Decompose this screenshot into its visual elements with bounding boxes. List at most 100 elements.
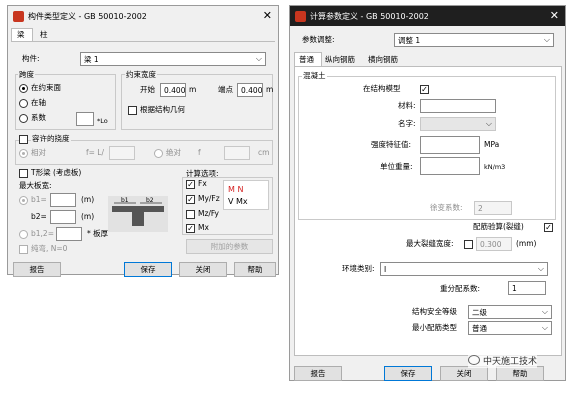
env-label: 环境类别:	[342, 264, 375, 273]
b2-unit: (m)	[81, 212, 95, 221]
right-title-bar: 计算参数定义 - GB 50010-2002 ✕	[290, 6, 565, 26]
tbeam-checkbox[interactable]	[19, 169, 28, 178]
check-icon: ✓	[187, 195, 194, 204]
tab-transverse[interactable]: 横向钢筋	[366, 53, 408, 65]
creep-input[interactable]: 2	[474, 201, 512, 215]
span-coef-input[interactable]	[76, 112, 94, 126]
param-adjust-select[interactable]: 调整 1 ⌵	[394, 33, 554, 47]
calc-mx-checkbox[interactable]: ✓	[186, 224, 195, 233]
in-model-checkbox[interactable]: ✓	[420, 85, 429, 94]
right-help-button[interactable]: 帮助	[496, 366, 544, 381]
strength-input[interactable]	[420, 136, 480, 154]
env-select[interactable]: I ⌵	[380, 262, 548, 276]
right-report-button[interactable]: 报告	[294, 366, 342, 381]
b12-unit: * 板厚	[87, 229, 109, 238]
left-help-button[interactable]: 帮助	[234, 262, 276, 277]
deflection-absolute-radio[interactable]	[154, 149, 163, 158]
name-label: 名字:	[398, 119, 416, 128]
material-input[interactable]	[420, 99, 496, 113]
extra-params-button[interactable]: 附加的参数	[186, 239, 273, 254]
param-adjust-label: 参数调整:	[302, 35, 335, 44]
chevron-down-icon: ⌵	[255, 54, 262, 63]
left-window-title: 构件类型定义 - GB 50010-2002	[28, 11, 147, 21]
tbeam-label: T形梁 (考虑板)	[31, 168, 82, 177]
chevron-down-icon: ⌵	[485, 119, 492, 128]
deflection-absolute-label: 绝对	[166, 148, 181, 157]
max-crack-input[interactable]: 0.300	[476, 237, 512, 251]
chevron-down-icon: ⌵	[537, 264, 544, 273]
calc-fx-checkbox[interactable]: ✓	[186, 180, 195, 189]
chevron-down-icon: ⌵	[543, 35, 550, 44]
crack-calc-label: 配筋验算(裂缝)	[473, 222, 524, 231]
calc-mzfy-checkbox[interactable]	[186, 210, 195, 219]
b12-input[interactable]	[56, 227, 82, 241]
span-coef-radio[interactable]	[19, 114, 28, 123]
chevron-down-icon: ⌵	[541, 323, 548, 332]
check-icon: ✓	[421, 85, 428, 94]
figure-b1-label: b1	[121, 197, 129, 204]
deflection-relative-label: 相对	[31, 148, 46, 157]
crack-calc-checkbox[interactable]: ✓	[544, 223, 553, 232]
deflection-unit: cm	[258, 148, 270, 157]
safety-label: 结构安全等级	[412, 307, 457, 316]
left-report-button[interactable]: 报告	[13, 262, 61, 277]
close-icon[interactable]: ✕	[550, 9, 559, 22]
material-label: 材料:	[398, 101, 416, 110]
deflection-relative-radio[interactable]	[19, 149, 28, 158]
min-rebar-select[interactable]: 普通 ⌵	[468, 321, 552, 335]
deflection-ratio-input[interactable]	[109, 146, 135, 160]
end-width-input[interactable]: 0.400	[237, 83, 263, 97]
name-select[interactable]: ⌵	[420, 117, 496, 131]
calc-myfz-checkbox[interactable]: ✓	[186, 195, 195, 204]
left-save-button[interactable]: 保存	[124, 262, 172, 277]
geometry-checkbox[interactable]	[128, 106, 137, 115]
deflection-checkbox[interactable]	[19, 135, 28, 144]
max-crack-unit: (mm)	[516, 239, 537, 248]
max-crack-label: 最大裂缝宽度:	[406, 239, 454, 248]
figure-b2-label: b2	[146, 197, 154, 204]
deflection-abs-input[interactable]	[224, 146, 250, 160]
span-group-title: 跨度	[18, 70, 35, 80]
right-save-button[interactable]: 保存	[384, 366, 432, 381]
unit-weight-input[interactable]	[420, 157, 480, 175]
b1-input[interactable]	[50, 193, 76, 207]
b12-radio[interactable]	[19, 230, 28, 239]
tab-panel	[11, 41, 275, 42]
strength-unit: MPa	[484, 140, 500, 149]
right-close-button[interactable]: 关闭	[440, 366, 488, 381]
span-axis-radio[interactable]	[19, 99, 28, 108]
importance-input[interactable]: 1	[508, 281, 546, 295]
check-icon: ✓	[545, 223, 552, 232]
calc-myfz-label: My/Fz	[198, 194, 220, 203]
right-window-title: 计算参数定义 - GB 50010-2002	[310, 11, 429, 21]
b1-label: b1=	[31, 195, 47, 204]
calc-fx-label: Fx	[198, 179, 207, 188]
tab-general[interactable]: 普通	[294, 52, 322, 66]
start-width-input[interactable]: 0.400	[160, 83, 186, 97]
watermark: 中天施工技术	[468, 352, 538, 368]
span-inner-face-radio[interactable]	[19, 84, 28, 93]
tab-column[interactable]: 柱	[34, 29, 56, 41]
close-icon[interactable]: ✕	[263, 9, 272, 22]
member-select[interactable]: 梁 1 ⌵	[80, 52, 266, 66]
safety-select[interactable]: 二级 ⌵	[468, 305, 552, 319]
chevron-down-icon: ⌵	[541, 307, 548, 316]
tbeam-section-icon	[112, 202, 164, 226]
span-coef-label: 系数	[31, 113, 46, 122]
pure-bend-checkbox[interactable]	[19, 245, 28, 254]
tab-beam[interactable]: 梁	[11, 28, 33, 41]
wechat-icon	[468, 355, 480, 365]
member-label: 构件:	[22, 54, 40, 63]
b2-input[interactable]	[50, 210, 76, 224]
start-unit: m	[189, 85, 197, 94]
min-rebar-label: 最小配筋类型	[412, 323, 457, 332]
left-close-button[interactable]: 关闭	[179, 262, 227, 277]
b1-radio[interactable]	[19, 196, 28, 205]
tab-longitudinal[interactable]: 纵向钢筋	[323, 53, 365, 65]
max-crack-checkbox[interactable]	[464, 240, 473, 249]
deflection-label: 容许的挠度	[31, 134, 71, 144]
geometry-label: 根据结构几何	[140, 105, 185, 114]
tbeam-section-figure: b1 b2	[108, 196, 168, 232]
app-icon	[13, 10, 24, 22]
span-inner-face-label: 在约束面	[31, 83, 61, 92]
